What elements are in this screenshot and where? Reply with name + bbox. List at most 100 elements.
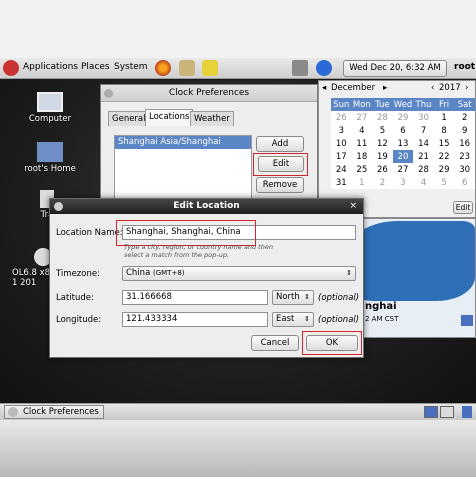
calendar-day[interactable]: 15 <box>433 137 455 150</box>
clock-preferences-titlebar[interactable]: Clock Preferences <box>101 85 317 102</box>
prev-year-arrow-icon[interactable]: ‹ <box>431 83 434 93</box>
panel-user[interactable]: root <box>454 62 475 72</box>
calendar-day[interactable]: 29 <box>392 111 414 124</box>
latitude-direction-value: North <box>276 292 300 302</box>
calendar-day[interactable]: 2 <box>372 176 393 189</box>
calendar-day[interactable]: 14 <box>413 137 434 150</box>
bluetooth-icon[interactable] <box>316 60 332 76</box>
calendar-day[interactable]: 30 <box>413 111 434 124</box>
calendar-day[interactable]: 19 <box>372 150 393 163</box>
latitude-field[interactable]: 31.166668 <box>122 290 268 305</box>
calendar-weekday: Mon <box>351 98 373 111</box>
close-icon[interactable]: × <box>349 199 357 214</box>
calendar-year: 2017 <box>439 83 461 93</box>
calendar-day[interactable]: 24 <box>331 163 352 176</box>
add-button[interactable]: Add <box>256 136 304 152</box>
calendar-day[interactable]: 3 <box>392 176 414 189</box>
clock-app-icon <box>8 407 18 417</box>
longitude-direction-combo[interactable]: East ⇕ <box>272 312 314 327</box>
cancel-button[interactable]: Cancel <box>251 335 299 351</box>
workspace-switcher-1[interactable] <box>424 406 438 418</box>
locations-list[interactable]: Shanghai Asia/Shanghai <box>114 135 252 201</box>
mail-icon[interactable] <box>179 60 195 76</box>
calendar-day[interactable]: 20 <box>392 150 414 163</box>
latitude-direction-combo[interactable]: North ⇕ <box>272 290 314 305</box>
chevron-updown-icon: ⇕ <box>304 315 310 323</box>
calendar-day[interactable]: 1 <box>351 176 373 189</box>
calendar-day[interactable]: 4 <box>351 124 373 137</box>
desktop-icon-computer[interactable]: Computer <box>24 92 76 124</box>
map-land-shape <box>347 221 475 301</box>
window-menu-icon[interactable] <box>104 89 113 98</box>
longitude-optional: (optional) <box>318 315 360 325</box>
calendar-edit-button[interactable]: Edit <box>453 201 473 214</box>
calendar-day[interactable]: 4 <box>413 176 434 189</box>
desktop-icon-home[interactable]: root's Home <box>18 142 82 174</box>
tab-locations[interactable]: Locations <box>145 109 194 126</box>
edit-location-titlebar[interactable]: Edit Location × <box>50 199 363 214</box>
calendar-day[interactable]: 16 <box>454 137 475 150</box>
taskbar-window-label: Clock Preferences <box>23 407 99 417</box>
calendar-day[interactable]: 2 <box>454 111 475 124</box>
window-menu-icon[interactable] <box>54 202 63 211</box>
firefox-icon[interactable] <box>155 60 171 76</box>
calendar-day[interactable]: 21 <box>413 150 434 163</box>
calendar-day[interactable]: 26 <box>331 111 352 124</box>
calendar-day[interactable]: 28 <box>413 163 434 176</box>
timezone-combo[interactable]: China (GMT+8) ⇕ <box>122 266 356 281</box>
calendar-day[interactable]: 9 <box>454 124 475 137</box>
menu-system[interactable]: System <box>114 62 148 72</box>
location-hint: Type a city, region, or country name and… <box>124 243 273 259</box>
calendar-day[interactable]: 8 <box>433 124 455 137</box>
workspace-switcher-2[interactable] <box>440 406 454 418</box>
calendar-day[interactable]: 6 <box>392 124 414 137</box>
calendar-day[interactable]: 12 <box>372 137 393 150</box>
calendar-day[interactable]: 11 <box>351 137 373 150</box>
calendar-weekday: Tue <box>372 98 393 111</box>
calendar-day[interactable]: 10 <box>331 137 352 150</box>
clock-preferences-window: Clock Preferences General Locations Weat… <box>100 84 318 202</box>
calendar-day[interactable]: 27 <box>392 163 414 176</box>
calendar-day[interactable]: 1 <box>433 111 455 124</box>
calendar-day[interactable]: 31 <box>331 176 352 189</box>
remove-button[interactable]: Remove <box>256 177 304 193</box>
taskbar-window-button[interactable]: Clock Preferences <box>4 405 104 419</box>
volume-icon[interactable] <box>292 60 308 76</box>
panel-clock[interactable]: Wed Dec 20, 6:32 AM <box>343 60 447 77</box>
prev-month-arrow-icon[interactable]: ◂ <box>322 83 326 93</box>
calendar-day[interactable]: 30 <box>454 163 475 176</box>
calendar-day[interactable]: 5 <box>433 176 455 189</box>
edit-location-dialog: Edit Location × Location Name: Shanghai,… <box>49 198 364 358</box>
menu-applications[interactable]: Applications <box>23 62 78 72</box>
calendar-day[interactable]: 22 <box>433 150 455 163</box>
calendar-day[interactable]: 5 <box>372 124 393 137</box>
calendar-day[interactable]: 27 <box>351 111 373 124</box>
menu-places[interactable]: Places <box>81 62 110 72</box>
distro-logo-icon[interactable] <box>3 60 19 76</box>
trash-icon[interactable] <box>462 406 472 418</box>
tab-weather[interactable]: Weather <box>190 111 234 126</box>
calendar-day[interactable]: 26 <box>372 163 393 176</box>
notes-icon[interactable] <box>202 60 218 76</box>
list-item[interactable]: Shanghai Asia/Shanghai <box>115 136 251 149</box>
calendar-day[interactable]: 18 <box>351 150 373 163</box>
home-label: root's Home <box>24 164 76 174</box>
screen-border-bottom <box>0 420 476 477</box>
next-year-arrow-icon[interactable]: › <box>465 83 468 93</box>
tab-general[interactable]: General <box>108 111 150 126</box>
calendar-day[interactable]: 29 <box>433 163 455 176</box>
longitude-field[interactable]: 121.433334 <box>122 312 268 327</box>
calendar-day[interactable]: 23 <box>454 150 475 163</box>
calendar-day[interactable]: 28 <box>372 111 393 124</box>
calendar-day[interactable]: 25 <box>351 163 373 176</box>
next-month-arrow-icon[interactable]: ▸ <box>383 83 387 93</box>
calendar-day[interactable]: 13 <box>392 137 414 150</box>
calendar-weekday: Wed <box>392 98 414 111</box>
home-icon[interactable] <box>461 315 473 326</box>
calendar-day[interactable]: 7 <box>413 124 434 137</box>
longitude-label: Longitude: <box>56 315 102 325</box>
calendar-day[interactable]: 3 <box>331 124 352 137</box>
calendar-day[interactable]: 17 <box>331 150 352 163</box>
calendar-day[interactable]: 6 <box>454 176 475 189</box>
timezone-offset: (GMT+8) <box>152 269 185 277</box>
